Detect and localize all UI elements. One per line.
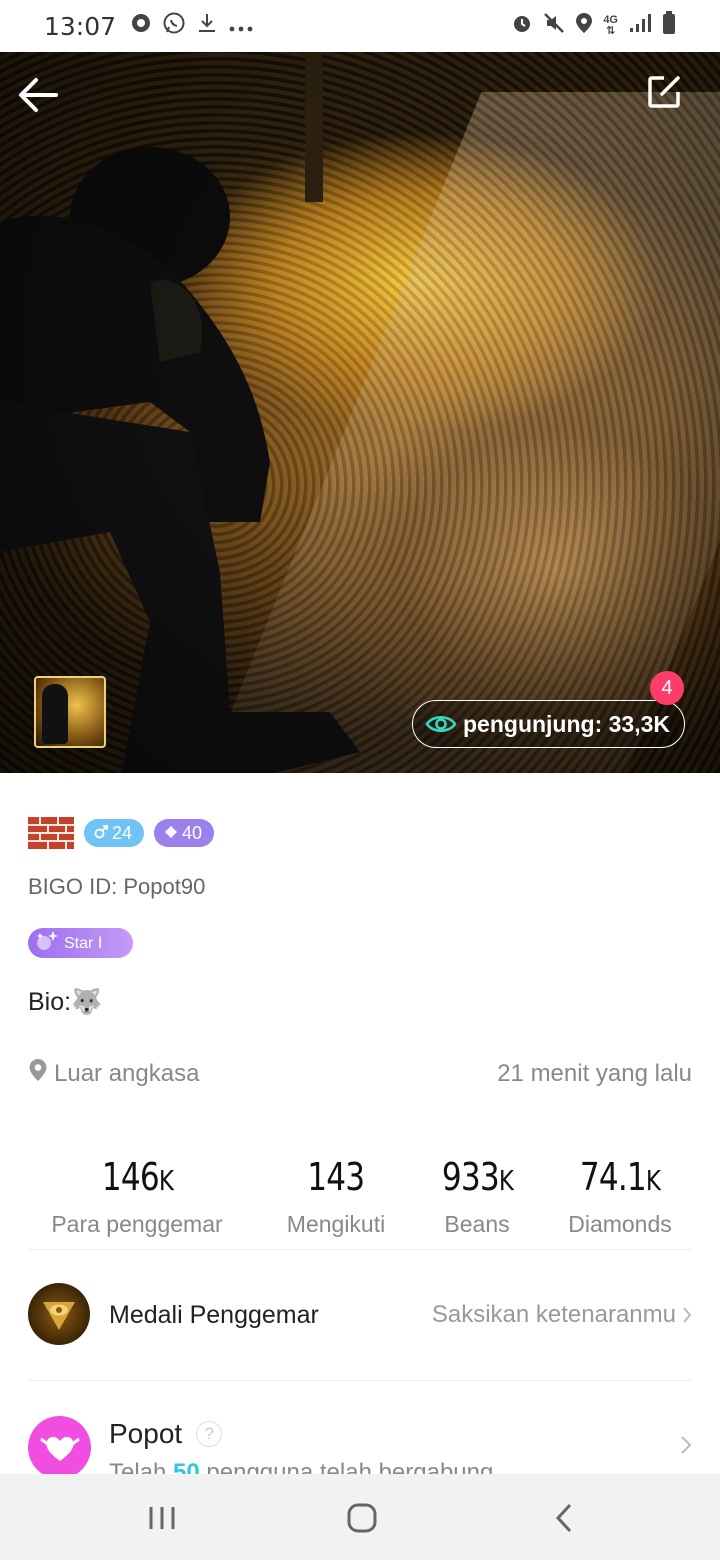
stat-value: 146 <box>101 1155 159 1199</box>
family-row[interactable]: Popot ? Telah 50 pengguna telah bergabun… <box>28 1413 692 1474</box>
chevron-right-icon <box>681 1436 692 1454</box>
male-icon <box>94 823 108 844</box>
network-label: 4G <box>603 14 618 26</box>
gender-age-badge: 24 <box>84 819 144 847</box>
diamond-icon <box>164 823 178 844</box>
back-button[interactable] <box>16 72 62 118</box>
fan-medal-link-label: Saksikan ketenaranmu <box>431 1301 676 1328</box>
family-name: Popot <box>109 1418 183 1449</box>
home-button[interactable] <box>340 1496 384 1540</box>
sparkle-icon <box>34 929 60 958</box>
eye-icon <box>425 715 457 733</box>
network-4g-icon: 4G ⇅ <box>603 14 618 37</box>
stat-value: 74.1 <box>579 1155 647 1199</box>
family-member-count: Telah 50 pengguna telah bergabung <box>109 1459 493 1474</box>
stat-unit: K <box>645 1164 661 1197</box>
recent-apps-button[interactable] <box>140 1496 184 1540</box>
chevron-left-icon <box>555 1503 572 1533</box>
whatsapp-icon <box>162 11 186 41</box>
battery-icon <box>662 11 676 41</box>
status-time: 13:07 <box>44 11 117 41</box>
wolf-emoji: 🐺 <box>71 988 103 1016</box>
edit-icon <box>648 76 680 108</box>
age-label: 24 <box>112 822 133 843</box>
arrow-left-icon <box>19 78 58 112</box>
chevron-right-icon <box>683 1307 692 1323</box>
location-row: Luar angkasa 21 menit yang lalu <box>28 1058 692 1089</box>
last-seen: 21 menit yang lalu <box>497 1059 692 1087</box>
recent-apps-icon <box>149 1507 175 1529</box>
stat-label: Mengikuti <box>286 1211 386 1237</box>
home-icon <box>347 1503 377 1533</box>
stat-value: 933 <box>441 1155 499 1199</box>
diamond-level-badge: 40 <box>154 819 214 847</box>
stat-beans[interactable]: 933K Beans <box>423 1155 531 1238</box>
fan-medal-link[interactable]: Saksikan ketenaranmu <box>432 1301 692 1329</box>
status-bar: 13:07 4G ⇅ <box>0 0 720 52</box>
record-icon <box>130 12 152 40</box>
help-icon[interactable]: ? <box>196 1421 223 1447</box>
stat-label: Beans <box>444 1211 510 1237</box>
status-right-icons: 4G ⇅ <box>511 11 676 41</box>
visitors-pill[interactable]: pengunjung: 33,3K <box>412 700 685 748</box>
more-dots-icon <box>228 13 254 39</box>
family-sub-suffix: pengguna telah bergabung <box>199 1459 494 1474</box>
download-icon <box>196 12 218 40</box>
photo-thumbnail[interactable] <box>34 676 106 748</box>
stat-label: Para penggemar <box>51 1211 223 1237</box>
family-sub-prefix: Telah <box>109 1459 174 1474</box>
alarm-icon <box>511 12 533 40</box>
system-back-button[interactable] <box>542 1496 586 1540</box>
visitors-label: pengunjung: 33,3K <box>463 710 670 737</box>
system-nav-bar <box>0 1474 720 1560</box>
edit-profile-button[interactable] <box>644 72 684 112</box>
stat-following[interactable]: 143 Mengikuti <box>273 1155 399 1238</box>
stat-diamonds[interactable]: 74.1K Diamonds <box>554 1155 686 1238</box>
diamond-level-label: 40 <box>182 822 203 843</box>
stat-unit: K <box>158 1164 173 1197</box>
fan-medal-title: Medali Penggemar <box>109 1301 319 1329</box>
brick-level-icon <box>28 817 74 849</box>
family-heart-icon <box>28 1416 91 1474</box>
family-count-highlight: 50 <box>173 1459 200 1474</box>
star-level-badge[interactable]: Star Ⅰ <box>28 928 133 958</box>
stat-fans[interactable]: 146K Para penggemar <box>28 1155 246 1238</box>
notification-badge: 4 <box>650 671 684 705</box>
location-icon <box>575 12 593 40</box>
fan-medal-row[interactable]: Medali Penggemar Saksikan ketenaranmu <box>28 1283 692 1381</box>
stat-unit: K <box>498 1164 513 1197</box>
fan-medal-icon <box>28 1283 90 1345</box>
stats-row: 146K Para penggemar 143 Mengikuti 933K B… <box>28 1155 692 1250</box>
mute-icon <box>543 12 565 40</box>
bio-label: Bio: <box>28 988 72 1016</box>
signal-icon <box>628 12 652 40</box>
location-label: Luar angkasa <box>54 1059 200 1087</box>
location-pin-icon <box>28 1058 48 1089</box>
bio: Bio: 🐺 <box>28 988 102 1017</box>
star-badge-label: Star Ⅰ <box>64 935 103 952</box>
profile-cover-photo[interactable] <box>0 52 720 773</box>
bigo-id: BIGO ID: Popot90 <box>28 874 206 899</box>
level-badges: 24 40 <box>28 817 214 849</box>
stat-value: 143 <box>307 1155 365 1199</box>
stat-label: Diamonds <box>568 1211 672 1237</box>
